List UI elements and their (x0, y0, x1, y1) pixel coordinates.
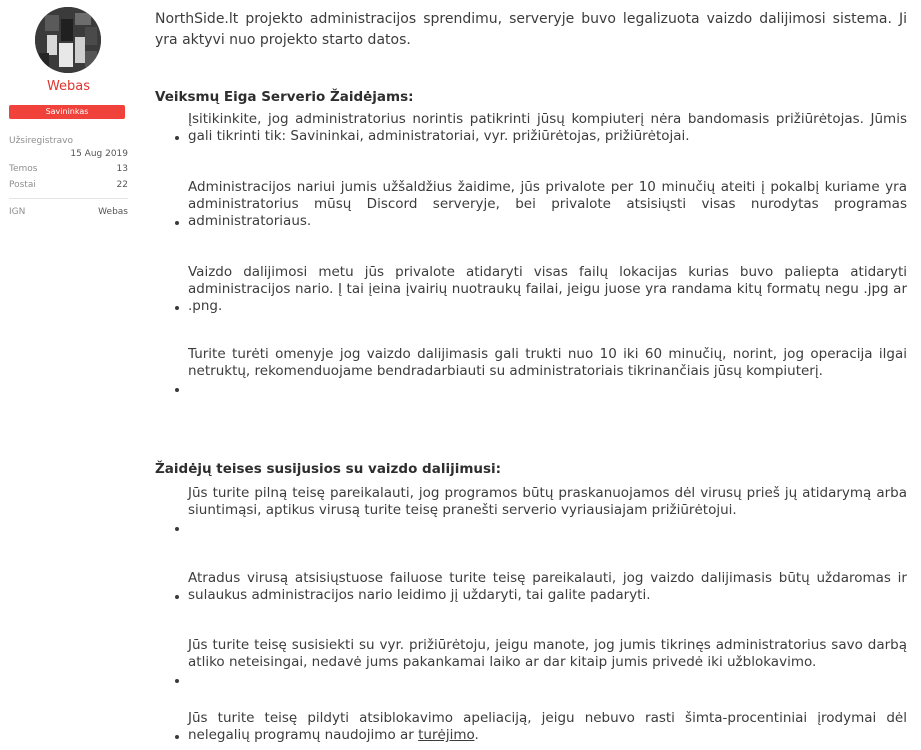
bullet-icon (175, 388, 179, 392)
stat-value-posts: 22 (116, 180, 128, 190)
avatar[interactable] (35, 7, 101, 73)
list-item-text: Jūs turite teisę pildyti atsiblokavimo a… (188, 710, 907, 744)
link-possession[interactable]: turėjimo (418, 727, 474, 743)
username[interactable]: Webas (0, 79, 137, 94)
stat-value-registered: 15 Aug 2019 (70, 149, 128, 159)
post-intro: NorthSide.lt projekto administracijos sp… (155, 11, 907, 48)
stat-label-topics: Temos (9, 164, 38, 174)
section-heading-player-rights: Žaidėjų teises susijusios su vaizdo dali… (155, 461, 502, 477)
stat-value-ign: Webas (98, 207, 128, 217)
user-sidebar: Webas Savininkas Užsiregistravo 15 Aug 2… (0, 0, 137, 750)
bullet-icon (175, 221, 179, 225)
list-item-text: Administracijos nariui jumis užšaldžius … (188, 179, 907, 229)
list-item-text: Atradus virusą atsisiųstuose failuose tu… (188, 570, 907, 603)
list-item-text: Turite turėti omenyje jog vaizdo dalijim… (188, 346, 907, 379)
role-badge: Savininkas (9, 105, 125, 119)
stat-label-registered: Užsiregistravo (9, 136, 74, 146)
list-item-text-main: Jūs turite teisę pildyti atsiblokavimo a… (188, 710, 907, 743)
stat-label-ign: IGN (9, 207, 26, 217)
list-item-text: Įsitikinkite, jog administratorius norin… (188, 111, 907, 144)
list-item-text: Jūs turite pilną teisę pareikalauti, jog… (188, 485, 907, 518)
list-item-text: Vaizdo dalijimosi metu jūs privalote ati… (188, 264, 907, 314)
stat-label-posts: Postai (9, 180, 36, 190)
list-item-text-end: . (474, 727, 479, 743)
bullet-icon (175, 306, 179, 310)
sidebar-divider (9, 198, 128, 199)
bullet-icon (175, 735, 179, 739)
bullet-icon (175, 136, 179, 140)
list-item-text: Jūs turite teisę susisiekti su vyr. priž… (188, 637, 907, 670)
section-heading-player-steps: Veiksmų Eiga Serverio Žaidėjams: (155, 89, 414, 105)
bullet-icon (175, 527, 179, 531)
stat-value-topics: 13 (116, 164, 128, 174)
bullet-icon (175, 679, 179, 683)
bullet-icon (175, 595, 179, 599)
